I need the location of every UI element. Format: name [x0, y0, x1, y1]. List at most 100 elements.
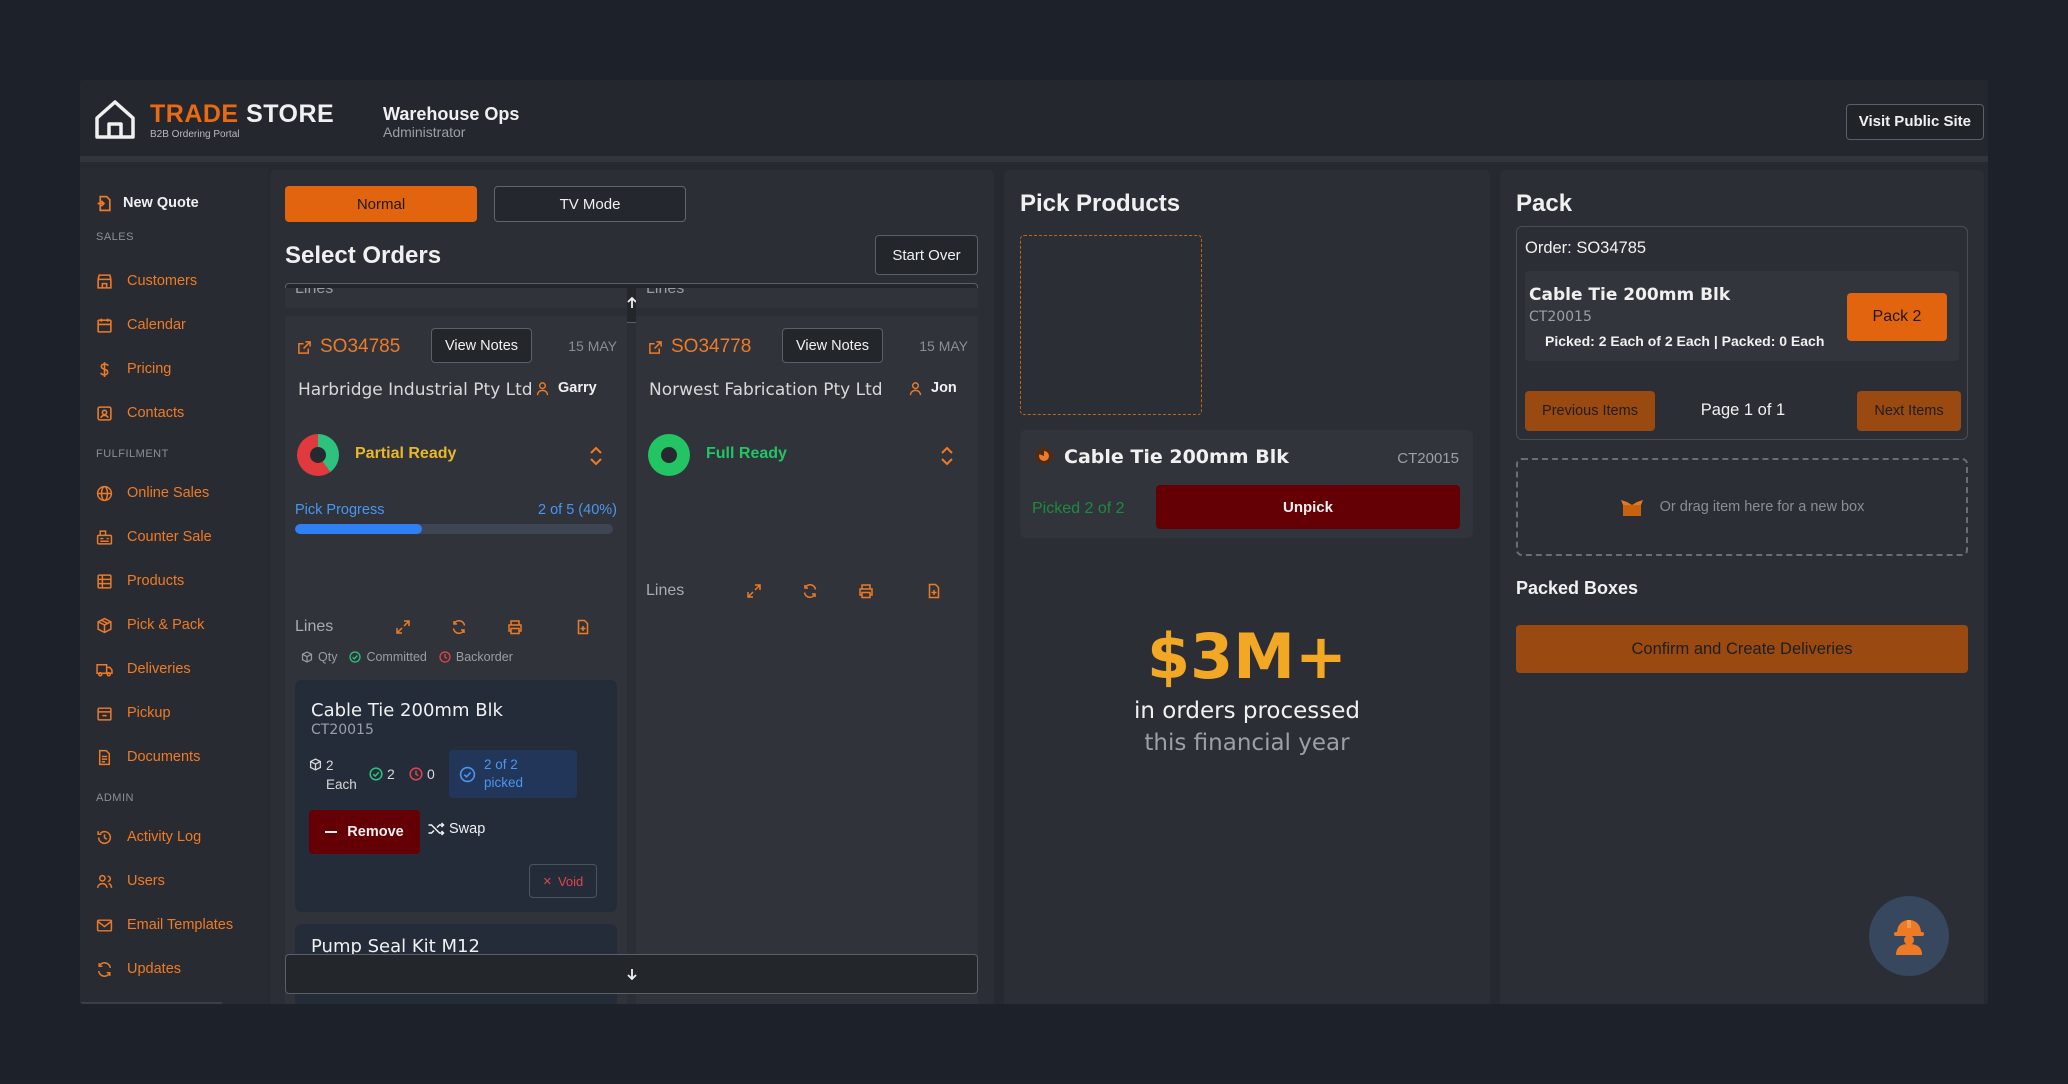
sidebar-item-label: Products	[127, 573, 185, 589]
order-number-link[interactable]: SO34778	[648, 336, 751, 358]
expand-icon[interactable]	[395, 619, 411, 635]
sidebar-item-label: Pickup	[127, 705, 171, 721]
refresh-icon[interactable]	[451, 619, 467, 635]
pick-products-panel: Pick Products Cable Tie 200mm Blk CT2001…	[1004, 170, 1490, 1004]
legend-committed-label: Committed	[366, 650, 427, 664]
sidebar-item-label: Updates	[127, 961, 182, 977]
expand-toggle-icon[interactable]	[938, 444, 956, 468]
stat-caption-line1: in orders processed	[1133, 698, 1361, 724]
sidebar-item-online-sales[interactable]: Online Sales	[96, 481, 209, 505]
sidebar-item-counter-sale[interactable]: Counter Sale	[96, 525, 212, 549]
add-document-icon[interactable]	[926, 583, 942, 599]
pack-item-name: Cable Tie 200mm Blk	[1529, 285, 1731, 305]
sidebar-item-deliveries[interactable]: Deliveries	[96, 657, 191, 681]
sidebar-item-updates[interactable]: Updates	[96, 957, 181, 981]
printer-icon[interactable]	[858, 583, 874, 599]
sidebar-item-calendar[interactable]: Calendar	[96, 313, 186, 337]
expand-toggle-icon[interactable]	[587, 444, 605, 468]
drag-handle-icon[interactable]	[1034, 446, 1054, 466]
view-notes-button[interactable]: View Notes	[431, 328, 532, 363]
line-backorder: 0	[409, 766, 435, 782]
remove-line-button[interactable]: Remove	[309, 810, 420, 854]
sidebar-item-pick-pack[interactable]: Pick & Pack	[96, 613, 204, 637]
pack-item-row[interactable]: Cable Tie 200mm Blk CT20015 Picked: 2 Ea…	[1525, 271, 1959, 361]
line-committed-value: 2	[387, 766, 395, 782]
refresh-icon[interactable]	[802, 583, 818, 599]
sidebar-item-email-templates[interactable]: Email Templates	[96, 913, 233, 937]
sidebar-item-pickup[interactable]: Pickup	[96, 701, 171, 725]
printer-icon[interactable]	[507, 619, 523, 635]
sidebar-item-activity-log[interactable]: Activity Log	[96, 825, 201, 849]
assignee-name: Garry	[558, 380, 597, 396]
brand-logo[interactable]: TRADE STORE	[150, 100, 334, 129]
new-quote-button[interactable]: New Quote	[96, 191, 199, 215]
order-date: 15 MAY	[568, 338, 617, 354]
mode-tv-button[interactable]: TV Mode	[494, 186, 686, 222]
status-label: Partial Ready	[355, 445, 457, 462]
view-notes-button[interactable]: View Notes	[782, 328, 883, 363]
home-logo-icon[interactable]	[94, 98, 136, 140]
add-document-icon[interactable]	[575, 619, 591, 635]
pick-drop-zone[interactable]	[1020, 235, 1202, 415]
card-divider	[285, 308, 627, 316]
sidebar-item-label: Users	[127, 873, 165, 889]
grid-icon	[97, 573, 112, 589]
top-header: TRADE STORE B2B Ordering Portal Warehous…	[80, 80, 1988, 162]
sidebar-item-label: Calendar	[127, 317, 186, 333]
pack-item-button[interactable]: Pack 2	[1847, 293, 1947, 341]
select-orders-title: Select Orders	[285, 242, 442, 269]
minus-icon	[325, 831, 338, 833]
section-fulfilment: FULFILMENT	[96, 448, 169, 460]
legend-qty-label: Qty	[318, 650, 338, 664]
mode-normal-button[interactable]: Normal	[285, 186, 477, 222]
new-box-drop-zone[interactable]: Or drag item here for a new box	[1516, 458, 1968, 556]
order-number-link[interactable]: SO34785	[297, 336, 400, 358]
legend-committed: Committed	[349, 650, 427, 664]
sidebar-item-customers[interactable]: Customers	[96, 269, 197, 293]
order-card-so34785[interactable]: Lines SO34785 View Notes 15 MAY Harbridg…	[285, 288, 627, 1004]
next-items-button[interactable]: Next Items	[1857, 391, 1961, 431]
pick-item-sku: CT20015	[1397, 450, 1459, 467]
assistant-button[interactable]	[1869, 896, 1949, 976]
x-icon: ✕	[542, 875, 552, 888]
pick-progress-label: Pick Progress	[295, 502, 385, 518]
mail-icon	[96, 918, 113, 932]
assignee[interactable]: Jon	[908, 380, 957, 396]
sidebar-item-documents[interactable]: Documents	[96, 745, 200, 769]
order-card-so34778[interactable]: Lines SO34778 View Notes 15 MAY Norwest …	[636, 288, 978, 1004]
swap-line-button[interactable]: Swap	[427, 820, 485, 838]
void-label: Void	[557, 873, 584, 889]
legend-backorder: Backorder	[439, 650, 513, 664]
visit-public-site-button[interactable]: Visit Public Site	[1845, 104, 1984, 140]
sidebar-item-products[interactable]: Products	[96, 569, 184, 593]
legend-qty: Qty	[301, 650, 337, 664]
check-circle-icon	[459, 766, 476, 782]
line-qty-value: 2	[326, 758, 334, 773]
scroll-down-button[interactable]	[285, 954, 978, 994]
pack-item-sku: CT20015	[1529, 309, 1592, 325]
unpick-button[interactable]: Unpick	[1156, 485, 1460, 529]
drop-hint: Or drag item here for a new box	[1659, 499, 1865, 515]
picked-label: picked	[484, 775, 524, 790]
sidebar-item-contacts[interactable]: Contacts	[96, 401, 184, 425]
sidebar-item-users[interactable]: Users	[96, 869, 165, 893]
sidebar-item-label: Documents	[127, 749, 201, 765]
external-link-icon	[298, 340, 311, 354]
status-label: Full Ready	[706, 445, 787, 462]
box-icon	[309, 758, 322, 771]
order-line-card: Cable Tie 200mm Blk CT20015 2 Each 2 0 2 …	[295, 680, 617, 912]
pack-title: Pack	[1516, 190, 1573, 217]
check-circle-icon	[369, 767, 383, 781]
sidebar-item-pricing[interactable]: Pricing	[96, 357, 171, 381]
expand-icon[interactable]	[746, 583, 762, 599]
start-over-button[interactable]: Start Over	[875, 235, 978, 275]
refresh-icon	[97, 961, 112, 977]
history-icon	[97, 830, 112, 844]
assignee[interactable]: Garry	[535, 380, 597, 396]
confirm-create-deliveries-button[interactable]: Confirm and Create Deliveries	[1516, 625, 1968, 673]
pick-item-card[interactable]: Cable Tie 200mm Blk CT20015 Picked 2 of …	[1020, 430, 1473, 538]
brand-primary: TRADE	[150, 100, 239, 128]
void-line-button[interactable]: ✕ Void	[529, 864, 597, 898]
sidebar-item-label: Activity Log	[127, 829, 202, 845]
new-quote-icon	[97, 195, 111, 211]
